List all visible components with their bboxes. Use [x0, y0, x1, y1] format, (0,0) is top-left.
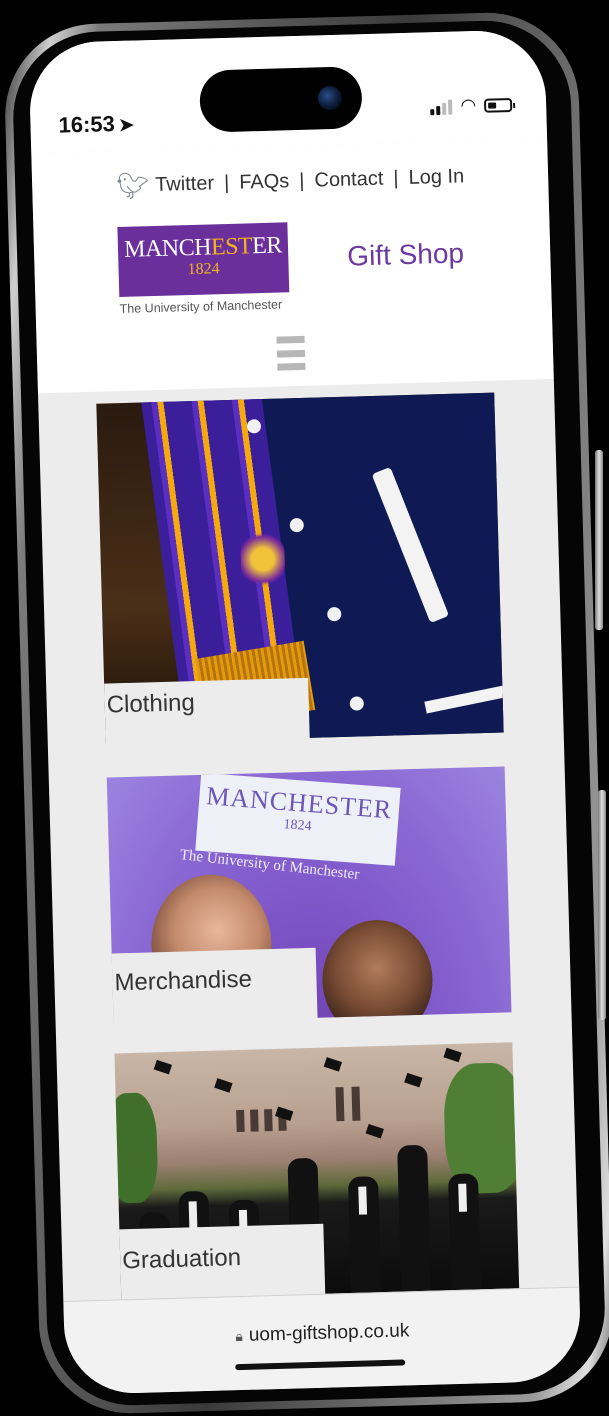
logo-wordmark: MANCHESTER [123, 232, 283, 263]
category-label: Clothing [106, 689, 196, 719]
wifi-icon: ◠ [460, 94, 477, 116]
link-separator: | [223, 171, 230, 195]
site-header: 🐦︎ Twitter | FAQs | Contact | Log In MAN… [31, 139, 554, 394]
faqs-link[interactable]: FAQs [239, 170, 290, 194]
hamburger-menu-icon[interactable] [276, 335, 306, 371]
status-bar: 16:53 ➤ ◠ [28, 29, 548, 154]
logo-subtitle: The University of Manchester [119, 297, 283, 317]
twitter-link[interactable]: 🐦︎ Twitter [116, 168, 215, 202]
location-arrow-icon: ➤ [118, 114, 135, 135]
status-time: 16:53 ➤ [58, 111, 134, 139]
lock-icon: 🔒︎ [235, 1327, 244, 1345]
battery-icon [483, 97, 513, 113]
category-label-box: Graduation [119, 1223, 326, 1306]
url-display[interactable]: 🔒︎ uom-giftshop.co.uk [64, 1316, 580, 1352]
category-label: Merchandise [114, 965, 253, 997]
contact-link[interactable]: Contact [314, 168, 384, 193]
volume-button [598, 790, 606, 1020]
twitter-label: Twitter [154, 172, 215, 196]
category-label-box: Clothing [104, 677, 310, 746]
link-separator: | [393, 167, 399, 190]
browser-url-bar[interactable]: 🔒︎ uom-giftshop.co.uk [63, 1286, 582, 1395]
dynamic-island [199, 66, 363, 133]
camera-icon [317, 85, 343, 111]
phone-screen: 16:53 ➤ ◠ 🐦︎ Twitter | FAQs | Contact | L… [28, 29, 582, 1395]
time-label: 16:53 [58, 111, 116, 138]
twitter-bird-icon: 🐦︎ [115, 170, 150, 202]
shop-title[interactable]: Gift Shop [347, 237, 465, 272]
side-button [595, 450, 603, 630]
url-text: uom-giftshop.co.uk [248, 1320, 410, 1346]
category-tile-merchandise[interactable]: MANCHESTER 1824 The University of Manche… [106, 766, 512, 1026]
cellular-signal-icon [430, 98, 453, 115]
logo-badge: MANCHESTER 1824 [117, 222, 290, 298]
top-links: 🐦︎ Twitter | FAQs | Contact | Log In [32, 159, 549, 204]
category-tile-graduation[interactable]: Graduation [114, 1042, 520, 1306]
home-indicator[interactable] [235, 1359, 406, 1371]
category-tile-clothing[interactable]: Clothing [96, 392, 504, 746]
login-link[interactable]: Log In [408, 165, 464, 190]
university-logo[interactable]: MANCHESTER 1824 The University of Manche… [117, 222, 293, 316]
category-label: Graduation [121, 1244, 242, 1275]
status-icons: ◠ [430, 94, 513, 117]
category-label-box: Merchandise [111, 947, 318, 1026]
link-separator: | [298, 169, 305, 192]
